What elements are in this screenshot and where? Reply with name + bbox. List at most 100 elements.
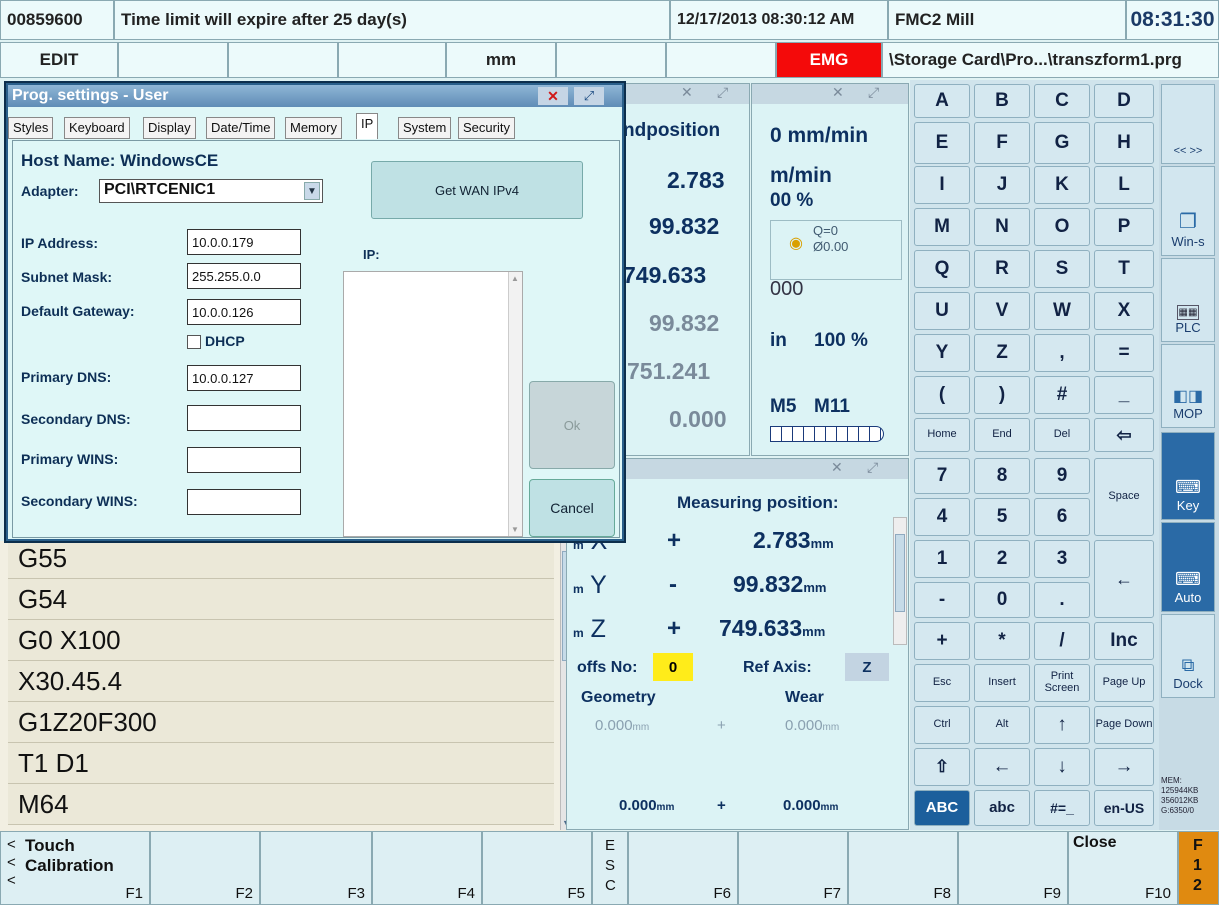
key-i[interactable]: I bbox=[914, 166, 970, 204]
key-2[interactable]: 2 bbox=[974, 540, 1030, 578]
ip-address-field[interactable]: 10.0.0.179 bbox=[187, 229, 301, 255]
key-underscore[interactable]: _ bbox=[1094, 376, 1154, 414]
key-end[interactable]: End bbox=[974, 418, 1030, 452]
key-arrow-left[interactable]: ← bbox=[974, 748, 1030, 786]
key-7[interactable]: 7 bbox=[914, 458, 970, 494]
key-x[interactable]: X bbox=[1094, 292, 1154, 330]
tab-date-time[interactable]: Date/Time bbox=[206, 117, 276, 139]
key-8[interactable]: 8 bbox=[974, 458, 1030, 494]
f12-button[interactable]: F12 bbox=[1178, 831, 1219, 905]
tab-display[interactable]: Display bbox=[143, 117, 196, 139]
key-dot[interactable]: . bbox=[1034, 582, 1090, 618]
f4-button[interactable]: F4 bbox=[372, 831, 482, 905]
key-u[interactable]: U bbox=[914, 292, 970, 330]
tab-memory[interactable]: Memory bbox=[285, 117, 342, 139]
key-del[interactable]: Del bbox=[1034, 418, 1090, 452]
key-m[interactable]: M bbox=[914, 208, 970, 246]
secondary-dns-field[interactable] bbox=[187, 405, 301, 431]
program-line[interactable]: G1Z20F300 bbox=[8, 702, 554, 743]
key-esc[interactable]: Esc bbox=[914, 664, 970, 702]
key-arrow-down[interactable]: ↓ bbox=[1034, 748, 1090, 786]
close-icon[interactable]: ✕ bbox=[538, 87, 568, 105]
f2-button[interactable]: F2 bbox=[150, 831, 260, 905]
key-z[interactable]: Z bbox=[974, 334, 1030, 372]
key-abc-upper[interactable]: ABC bbox=[914, 790, 970, 826]
key-4[interactable]: 4 bbox=[914, 498, 970, 536]
key-enter[interactable]: ← bbox=[1094, 540, 1154, 618]
key-symbols[interactable]: #=_ bbox=[1034, 790, 1090, 826]
tab-keyboard[interactable]: Keyboard bbox=[64, 117, 130, 139]
key-page-down[interactable]: Page Down bbox=[1094, 706, 1154, 744]
mop-button[interactable]: ◧◨ MOP bbox=[1161, 344, 1215, 428]
ip-list[interactable]: ▲ ▼ bbox=[343, 271, 523, 537]
program-line[interactable]: G55 bbox=[8, 538, 554, 579]
key-arrow-right[interactable]: → bbox=[1094, 748, 1154, 786]
secondary-wins-field[interactable] bbox=[187, 489, 301, 515]
key-close-paren[interactable]: ) bbox=[974, 376, 1030, 414]
key-hash[interactable]: # bbox=[1034, 376, 1090, 414]
ok-button[interactable]: Ok bbox=[529, 381, 615, 469]
maximize-icon[interactable]: ⤢ bbox=[574, 87, 604, 105]
scroll-down-icon[interactable]: ▼ bbox=[511, 525, 519, 534]
windows-button[interactable]: ❐ Win-s bbox=[1161, 166, 1215, 256]
key-5[interactable]: 5 bbox=[974, 498, 1030, 536]
auto-button[interactable]: ⌨ Auto bbox=[1161, 522, 1215, 612]
key-c[interactable]: C bbox=[1034, 84, 1090, 118]
key-q[interactable]: Q bbox=[914, 250, 970, 288]
program-line[interactable]: X30.45.4 bbox=[8, 661, 554, 702]
key-ctrl[interactable]: Ctrl bbox=[914, 706, 970, 744]
maximize-icon[interactable]: ⤢ bbox=[717, 84, 728, 101]
tab-security[interactable]: Security bbox=[458, 117, 515, 139]
scroll-panels-button[interactable]: << >> bbox=[1161, 84, 1215, 164]
default-gateway-field[interactable]: 10.0.0.126 bbox=[187, 299, 301, 325]
f10-close-button[interactable]: Close F10 bbox=[1068, 831, 1178, 905]
key-k[interactable]: K bbox=[1034, 166, 1090, 204]
key-g[interactable]: G bbox=[1034, 122, 1090, 164]
plc-button[interactable]: ▦▦ PLC bbox=[1161, 258, 1215, 342]
program-line[interactable]: G54 bbox=[8, 579, 554, 620]
key-w[interactable]: W bbox=[1034, 292, 1090, 330]
primary-dns-field[interactable]: 10.0.0.127 bbox=[187, 365, 301, 391]
dhcp-checkbox[interactable] bbox=[187, 335, 201, 349]
primary-wins-field[interactable] bbox=[187, 447, 301, 473]
chevron-down-icon[interactable]: ▼ bbox=[304, 182, 320, 200]
key-s[interactable]: S bbox=[1034, 250, 1090, 288]
key-6[interactable]: 6 bbox=[1034, 498, 1090, 536]
subnet-mask-field[interactable]: 255.255.0.0 bbox=[187, 263, 301, 289]
dock-button[interactable]: ⧉ Dock bbox=[1161, 614, 1215, 698]
key-insert[interactable]: Insert bbox=[974, 664, 1030, 702]
key-abc-lower[interactable]: abc bbox=[974, 790, 1030, 826]
key-print-screen[interactable]: Print Screen bbox=[1034, 664, 1090, 702]
tab-ip[interactable]: IP bbox=[356, 113, 379, 139]
key-f[interactable]: F bbox=[974, 122, 1030, 164]
key-a[interactable]: A bbox=[914, 84, 970, 118]
esc-button[interactable]: ESC bbox=[592, 831, 628, 905]
maximize-icon[interactable]: ⤢ bbox=[867, 459, 878, 476]
key-language[interactable]: en-US bbox=[1094, 790, 1154, 826]
key-1[interactable]: 1 bbox=[914, 540, 970, 578]
close-icon[interactable]: ✕ bbox=[832, 84, 844, 101]
scroll-up-icon[interactable]: ▲ bbox=[511, 274, 519, 283]
key-y[interactable]: Y bbox=[914, 334, 970, 372]
tab-system[interactable]: System bbox=[398, 117, 452, 139]
ip-list-scrollbar[interactable]: ▲ ▼ bbox=[508, 272, 522, 536]
key-0[interactable]: 0 bbox=[974, 582, 1030, 618]
key-v[interactable]: V bbox=[974, 292, 1030, 330]
key-t[interactable]: T bbox=[1094, 250, 1154, 288]
key-home[interactable]: Home bbox=[914, 418, 970, 452]
key-d[interactable]: D bbox=[1094, 84, 1154, 118]
key-plus[interactable]: + bbox=[914, 622, 970, 660]
f3-button[interactable]: F3 bbox=[260, 831, 372, 905]
key-9[interactable]: 9 bbox=[1034, 458, 1090, 494]
f5-button[interactable]: F5 bbox=[482, 831, 592, 905]
key-backspace[interactable]: ⇦ bbox=[1094, 418, 1154, 452]
key-slash[interactable]: / bbox=[1034, 622, 1090, 660]
key-j[interactable]: J bbox=[974, 166, 1030, 204]
key-button[interactable]: ⌨ Key bbox=[1161, 432, 1215, 520]
key-open-paren[interactable]: ( bbox=[914, 376, 970, 414]
f7-button[interactable]: F7 bbox=[738, 831, 848, 905]
close-icon[interactable]: ✕ bbox=[681, 84, 693, 101]
key-inc[interactable]: Inc bbox=[1094, 622, 1154, 660]
key-n[interactable]: N bbox=[974, 208, 1030, 246]
key-e[interactable]: E bbox=[914, 122, 970, 164]
